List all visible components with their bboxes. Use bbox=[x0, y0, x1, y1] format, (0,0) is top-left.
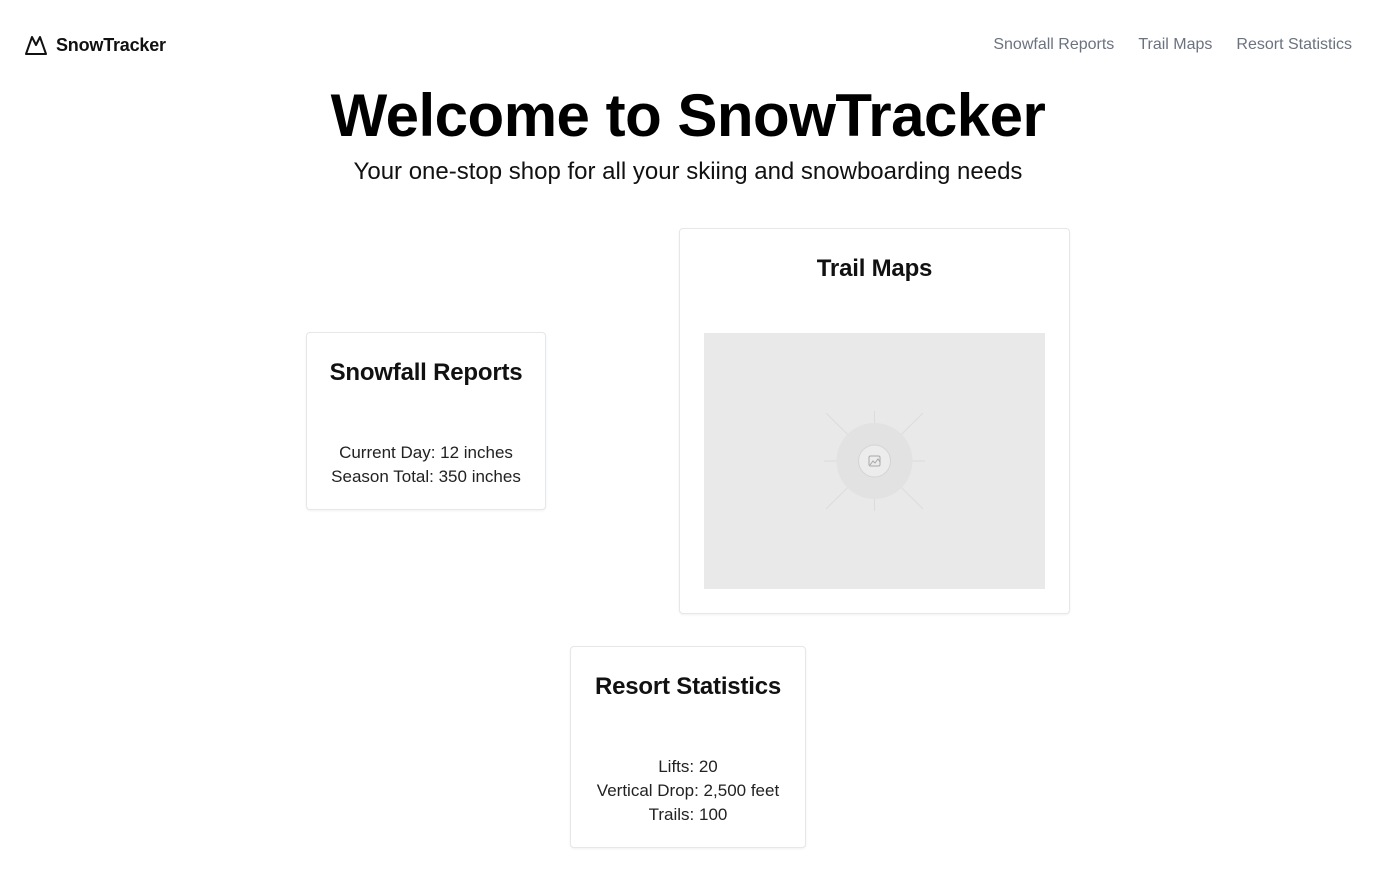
brand-link[interactable]: SnowTracker bbox=[24, 33, 166, 57]
nav-link-resort-statistics[interactable]: Resort Statistics bbox=[1236, 36, 1352, 54]
image-placeholder-icon bbox=[824, 411, 925, 511]
trail-map-image bbox=[704, 333, 1045, 589]
trail-maps-card: Trail Maps bbox=[679, 228, 1070, 614]
mountain-icon bbox=[24, 33, 48, 57]
nav-link-trail-maps[interactable]: Trail Maps bbox=[1138, 36, 1212, 54]
nav-link-snowfall-reports[interactable]: Snowfall Reports bbox=[993, 36, 1114, 54]
resort-card-body: Lifts: 20 Vertical Drop: 2,500 feet Trai… bbox=[571, 755, 805, 827]
current-day-snowfall: Current Day: 12 inches bbox=[339, 443, 513, 462]
vertical-drop-stat: Vertical Drop: 2,500 feet bbox=[596, 781, 780, 800]
site-header: SnowTracker Snowfall Reports Trail Maps … bbox=[0, 0, 1376, 90]
resort-statistics-card: Resort Statistics Lifts: 20 Vertical Dro… bbox=[570, 646, 806, 848]
page: SnowTracker Snowfall Reports Trail Maps … bbox=[0, 0, 1376, 872]
resort-card-title: Resort Statistics bbox=[595, 673, 781, 700]
hero-subtitle: Your one-stop shop for all your skiing a… bbox=[353, 158, 1023, 185]
snowfall-card-body: Current Day: 12 inches Season Total: 350… bbox=[307, 441, 545, 489]
lifts-stat: Lifts: 20 bbox=[658, 757, 718, 776]
snowfall-card-title: Snowfall Reports bbox=[329, 359, 523, 386]
season-total-snowfall: Season Total: 350 inches bbox=[331, 467, 521, 486]
trails-stat: Trails: 100 bbox=[648, 805, 728, 824]
trail-card-title: Trail Maps bbox=[816, 255, 933, 282]
main-nav: Snowfall Reports Trail Maps Resort Stati… bbox=[993, 36, 1352, 54]
snowfall-reports-card: Snowfall Reports Current Day: 12 inches … bbox=[306, 332, 546, 510]
brand-name: SnowTracker bbox=[56, 34, 166, 55]
hero-title: Welcome to SnowTracker bbox=[330, 82, 1046, 149]
